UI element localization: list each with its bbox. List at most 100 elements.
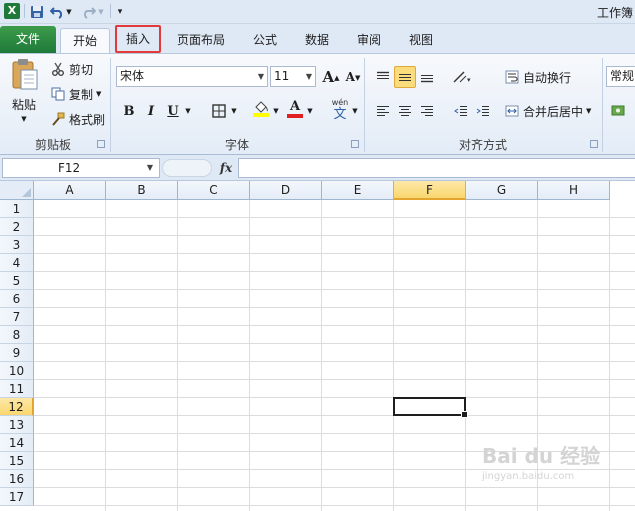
row-header-15[interactable]: 15 (0, 452, 34, 470)
increase-indent-icon (476, 106, 489, 116)
save-icon[interactable] (28, 3, 46, 21)
column-header-d[interactable]: D (250, 181, 322, 200)
text-orientation-icon: ▾ (453, 71, 471, 84)
column-header-c[interactable]: C (178, 181, 250, 200)
tab-data[interactable]: 数据 (296, 28, 338, 53)
row-header-6[interactable]: 6 (0, 290, 34, 308)
clipboard-launcher-icon[interactable] (97, 140, 105, 148)
wrap-text-button[interactable]: 自动换行 (504, 67, 571, 87)
italic-button[interactable]: I (140, 100, 162, 122)
underline-button[interactable]: U (162, 100, 184, 122)
phonetic-top-label: wén (331, 98, 349, 107)
tab-home[interactable]: 开始 (60, 28, 110, 53)
column-header-g[interactable]: G (466, 181, 538, 200)
insert-function-button[interactable]: fx (216, 159, 236, 177)
number-format-combo[interactable]: 常规 (606, 66, 635, 87)
underline-dropdown-icon[interactable]: ▼ (182, 100, 194, 122)
font-launcher-icon[interactable] (351, 140, 359, 148)
row-header-11[interactable]: 11 (0, 380, 34, 398)
baidu-watermark: Bai du 经验 jingyan.baidu.com (482, 440, 600, 482)
row-header-5[interactable]: 5 (0, 272, 34, 290)
row-header-1[interactable]: 1 (0, 200, 34, 218)
orientation-button[interactable]: ▾ (450, 66, 476, 88)
font-size-combo[interactable]: 11 ▼ (270, 66, 316, 87)
name-box[interactable]: F12 ▼ (2, 158, 160, 178)
row-header-4[interactable]: 4 (0, 254, 34, 272)
font-color-dropdown-icon[interactable]: ▼ (304, 100, 316, 122)
column-header-b[interactable]: B (106, 181, 178, 200)
row-header-8[interactable]: 8 (0, 326, 34, 344)
merge-dropdown-icon: ▼ (586, 107, 592, 115)
borders-dropdown-icon[interactable]: ▼ (228, 100, 240, 122)
phonetic-icon: 文 (333, 107, 347, 122)
gridline-horizontal (34, 325, 635, 326)
row-header-17[interactable]: 17 (0, 488, 34, 506)
fill-color-dropdown-icon[interactable]: ▼ (270, 100, 282, 122)
row-header-9[interactable]: 9 (0, 344, 34, 362)
currency-icon (611, 105, 625, 116)
tab-formulas[interactable]: 公式 (244, 28, 286, 53)
row-header-10[interactable]: 10 (0, 362, 34, 380)
align-left-icon (377, 106, 389, 116)
column-header-e[interactable]: E (322, 181, 394, 200)
format-painter-button[interactable]: 格式刷 (50, 109, 105, 129)
decrease-indent-button[interactable] (450, 100, 472, 122)
column-header-a[interactable]: A (34, 181, 106, 200)
chevron-down-icon[interactable]: ▼ (147, 159, 153, 177)
column-header-h[interactable]: H (538, 181, 610, 200)
grow-font-button[interactable]: A ▲ (320, 66, 342, 88)
qat-customize-icon[interactable]: ▾ (114, 3, 126, 21)
merge-center-button[interactable]: 合并后居中 ▼ (504, 101, 591, 121)
formula-input[interactable] (238, 158, 635, 178)
row-header-16[interactable]: 16 (0, 470, 34, 488)
paint-bucket-icon (255, 101, 268, 113)
row-header-3[interactable]: 3 (0, 236, 34, 254)
tab-page-layout[interactable]: 页面布局 (168, 28, 234, 53)
shrink-font-button[interactable]: A ▼ (342, 66, 364, 88)
row-header-12[interactable]: 12 (0, 398, 34, 416)
increase-indent-button[interactable] (472, 100, 494, 122)
row-header-14[interactable]: 14 (0, 434, 34, 452)
align-center-button[interactable] (394, 100, 416, 122)
redo-dropdown-icon[interactable]: ▼ (96, 3, 106, 21)
tab-insert[interactable]: 插入 (115, 25, 161, 53)
borders-icon (212, 104, 226, 118)
paintbrush-icon (50, 111, 66, 127)
align-right-button[interactable] (416, 100, 438, 122)
align-top-button[interactable] (372, 66, 394, 88)
gridline-vertical (393, 200, 394, 511)
align-bottom-button[interactable] (416, 66, 438, 88)
row-header-7[interactable]: 7 (0, 308, 34, 326)
active-cell[interactable] (393, 397, 468, 418)
copy-button[interactable]: 复制 ▼ (50, 84, 101, 104)
bold-button[interactable]: B (118, 100, 140, 122)
undo-dropdown-icon[interactable]: ▼ (64, 3, 74, 21)
alignment-group-label: 对齐方式 (458, 138, 507, 152)
font-name-combo[interactable]: 宋体 ▼ (116, 66, 268, 87)
cut-button[interactable]: 剪切 (50, 59, 93, 79)
select-all-button[interactable] (0, 181, 34, 200)
tab-view[interactable]: 视图 (400, 28, 442, 53)
excel-icon[interactable]: X (4, 3, 20, 19)
accounting-format-button[interactable] (608, 100, 630, 122)
copy-label: 复制 (69, 87, 94, 102)
tab-file[interactable]: 文件 (0, 26, 56, 53)
chevron-down-icon[interactable]: ▼ (303, 67, 315, 86)
alignment-launcher-icon[interactable] (590, 140, 598, 148)
align-left-button[interactable] (372, 100, 394, 122)
chevron-down-icon[interactable]: ▼ (255, 67, 267, 86)
tab-review[interactable]: 审阅 (348, 28, 390, 53)
gridline-horizontal (34, 253, 635, 254)
align-middle-button[interactable] (394, 66, 416, 88)
paste-button[interactable]: 粘贴 ▼ (6, 58, 42, 123)
phonetic-dropdown-icon[interactable]: ▼ (350, 100, 360, 122)
font-color-button[interactable]: A (284, 98, 306, 120)
clipboard-group-label: 剪贴板 (34, 138, 71, 152)
scissors-icon (50, 61, 66, 77)
borders-button[interactable] (208, 100, 230, 122)
row-header-13[interactable]: 13 (0, 416, 34, 434)
column-header-f[interactable]: F (394, 181, 466, 200)
up-caret-icon: ▲ (334, 72, 340, 82)
fill-color-button[interactable] (250, 98, 272, 120)
row-header-2[interactable]: 2 (0, 218, 34, 236)
